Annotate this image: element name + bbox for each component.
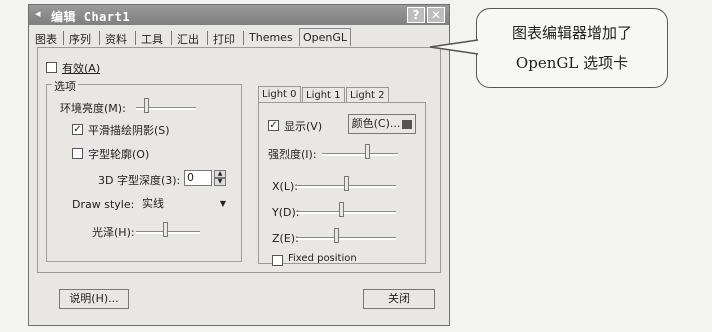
enable-label: 有效(A)	[62, 62, 101, 75]
help-dialog-button[interactable]: 说明(H)...	[59, 289, 129, 309]
intensity-slider-thumb[interactable]	[365, 144, 370, 159]
tab-tools[interactable]: 工具	[141, 31, 163, 47]
callout-text-line-2: OpenGL 选项卡	[515, 54, 629, 72]
y-slider-track	[296, 211, 396, 214]
gloss-slider-track	[136, 231, 200, 234]
window-title: 编辑 Chart1	[51, 10, 131, 24]
z-slider-track	[296, 237, 396, 240]
depth-input[interactable]: 0	[184, 170, 212, 186]
smooth-shadow-label: 平滑描绘阴影(S)	[88, 124, 170, 137]
tab-series[interactable]: 序列	[69, 31, 91, 47]
ambient-slider[interactable]	[136, 98, 196, 114]
intensity-slider[interactable]	[322, 144, 398, 160]
tab-divider	[63, 31, 64, 45]
title-bar[interactable]: ◂ 编辑 Chart1 ? ✕	[29, 5, 449, 25]
show-light-checkbox[interactable]: ✓	[268, 120, 279, 131]
depth-up-arrow-icon[interactable]: ▲	[214, 170, 226, 178]
show-light-label: 显示(V)	[284, 120, 323, 133]
font-outline-label: 字型轮廓(O)	[88, 148, 150, 161]
tab-divider	[207, 31, 208, 45]
tab-light-2[interactable]: Light 2	[346, 87, 389, 103]
tab-light-1[interactable]: Light 1	[302, 87, 345, 103]
x-label: X(L):	[272, 180, 298, 193]
ambient-label: 环境亮度(M):	[60, 102, 126, 115]
app-icon: ◂	[35, 7, 41, 20]
fixed-position-checkbox[interactable]	[272, 255, 283, 266]
dropdown-arrow-icon: ▼	[219, 199, 226, 208]
close-dialog-button[interactable]: 关闭	[363, 289, 435, 309]
tab-divider	[135, 31, 136, 45]
tab-print[interactable]: 打印	[213, 31, 235, 47]
light-color-button-label: 颜色(C)...	[351, 117, 401, 130]
smooth-shadow-checkbox[interactable]: ✓	[72, 124, 83, 135]
light-color-button[interactable]: 颜色(C)...	[348, 114, 416, 134]
depth-label: 3D 字型深度(3):	[98, 174, 181, 187]
y-slider[interactable]	[296, 202, 396, 218]
gloss-slider-thumb[interactable]	[163, 222, 168, 237]
gloss-label: 光泽(H):	[92, 226, 135, 239]
intensity-label: 强烈度(I):	[268, 148, 317, 161]
opengl-panel: 有效(A) 选项 环境亮度(M): ✓ 平滑描绘阴影(S) 字型轮廓(O) 3D…	[37, 47, 441, 273]
tab-export[interactable]: 汇出	[177, 31, 199, 47]
tab-chart[interactable]: 图表	[35, 31, 57, 47]
x-slider[interactable]	[296, 176, 396, 192]
z-label: Z(E):	[272, 232, 299, 245]
callout-text-line-1: 图表编辑器增加了	[511, 24, 632, 42]
x-slider-thumb[interactable]	[344, 176, 349, 191]
ambient-slider-thumb[interactable]	[144, 98, 149, 113]
close-window-button[interactable]: ✕	[427, 7, 445, 23]
tab-divider	[171, 31, 172, 45]
annotation-callout: 图表编辑器增加了 OpenGL 选项卡	[476, 8, 668, 88]
enable-checkbox[interactable]	[46, 62, 57, 73]
tab-data[interactable]: 资料	[105, 31, 127, 47]
color-swatch-icon	[402, 119, 413, 129]
tab-themes[interactable]: Themes	[249, 31, 293, 44]
gloss-slider[interactable]	[136, 222, 200, 238]
intensity-slider-track	[322, 153, 398, 156]
draw-style-value: 实线	[142, 197, 164, 210]
help-button[interactable]: ?	[407, 7, 425, 23]
tab-opengl[interactable]: OpenGL	[299, 28, 352, 46]
draw-style-label: Draw style:	[72, 198, 135, 211]
y-slider-thumb[interactable]	[339, 202, 344, 217]
chart-editor-dialog: ◂ 编辑 Chart1 ? ✕ 图表 序列 资料 工具 汇出 打印 Themes…	[28, 4, 450, 326]
z-slider-thumb[interactable]	[334, 228, 339, 243]
tab-light-0[interactable]: Light 0	[258, 86, 301, 102]
main-tab-strip: 图表 序列 资料 工具 汇出 打印 Themes OpenGL	[33, 27, 445, 47]
font-outline-checkbox[interactable]	[72, 148, 83, 159]
options-group-label: 选项	[52, 78, 78, 94]
tab-divider	[99, 31, 100, 45]
fixed-position-label: Fixed position	[288, 253, 357, 264]
z-slider[interactable]	[296, 228, 396, 244]
depth-down-arrow-icon[interactable]: ▼	[214, 178, 226, 186]
tab-divider	[243, 31, 244, 45]
draw-style-select[interactable]: 实线 ▼	[140, 196, 228, 212]
